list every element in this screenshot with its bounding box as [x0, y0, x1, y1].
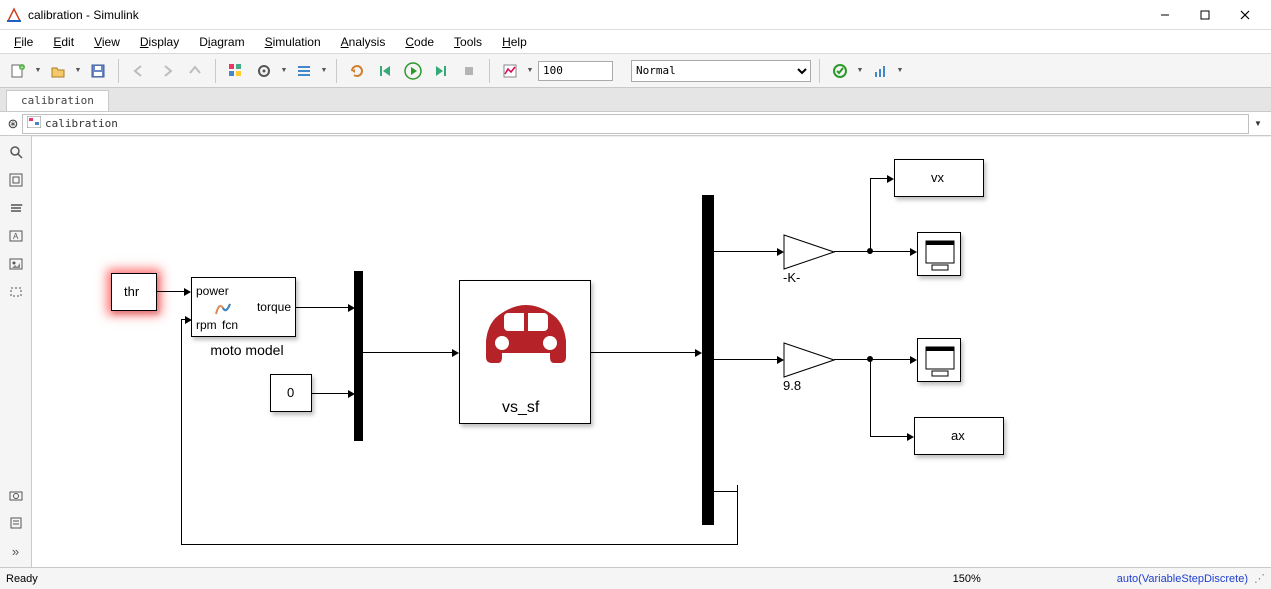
toggle-perspectives-tool[interactable] [6, 198, 26, 218]
deploy-button[interactable] [868, 59, 892, 83]
close-button[interactable] [1225, 0, 1265, 30]
step-back-button[interactable] [373, 59, 397, 83]
block-scope-bottom[interactable] [917, 338, 961, 382]
fit-to-view-tool[interactable] [6, 170, 26, 190]
vx-label: vx [931, 170, 944, 185]
open-button[interactable] [46, 59, 70, 83]
update-diagram-button[interactable] [345, 59, 369, 83]
tab-calibration[interactable]: calibration [6, 90, 109, 111]
expand-tool[interactable]: » [6, 541, 26, 561]
new-model-dropdown[interactable]: ▼ [34, 67, 42, 74]
block-to-workspace-ax[interactable]: ax [914, 417, 1004, 455]
menu-bar: File Edit View Display Diagram Simulatio… [0, 30, 1271, 54]
block-constant0[interactable]: 0 [270, 374, 312, 412]
model-explorer-button[interactable] [292, 59, 316, 83]
annotation-tool[interactable]: A [6, 226, 26, 246]
block-moto-model[interactable]: power rpm torque fcn [191, 277, 296, 337]
block-moto-model-name: moto model [202, 342, 292, 358]
tab-strip: calibration [0, 88, 1271, 112]
car-icon [474, 291, 578, 384]
area-tool[interactable] [6, 282, 26, 302]
status-bar: Ready 150% auto(VariableStepDiscrete) ⋰ [0, 567, 1271, 589]
port-rpm-label: rpm [196, 318, 217, 332]
status-ready: Ready [6, 573, 817, 585]
breadcrumb-bar[interactable]: calibration [22, 114, 1249, 134]
ax-label: ax [951, 428, 965, 443]
data-inspector-button[interactable] [498, 59, 522, 83]
menu-diagram[interactable]: Diagram [189, 32, 254, 52]
library-browser-button[interactable] [224, 59, 248, 83]
gain-98-label: 9.8 [783, 378, 801, 393]
block-vs-sf[interactable]: vs_sf [459, 280, 591, 424]
new-model-button[interactable]: + [6, 59, 30, 83]
model-explorer-dropdown[interactable]: ▼ [320, 67, 328, 74]
resize-grip-icon: ⋰ [1254, 572, 1265, 585]
block-thr[interactable]: thr [111, 273, 157, 311]
menu-file[interactable]: File [4, 32, 43, 52]
model-config-button[interactable] [252, 59, 276, 83]
block-scope-top[interactable] [917, 232, 961, 276]
model-config-dropdown[interactable]: ▼ [280, 67, 288, 74]
minimize-button[interactable] [1145, 0, 1185, 30]
step-forward-button[interactable] [429, 59, 453, 83]
properties-tool[interactable] [6, 513, 26, 533]
build-button[interactable] [828, 59, 852, 83]
block-constant0-label: 0 [287, 385, 294, 400]
image-tool[interactable] [6, 254, 26, 274]
block-gain-k[interactable]: -K- [783, 234, 835, 285]
block-to-workspace-vx[interactable]: vx [894, 159, 984, 197]
nav-hide-button[interactable]: ⊛ [4, 116, 22, 132]
menu-view[interactable]: View [84, 32, 130, 52]
breadcrumb-model: calibration [45, 117, 118, 130]
gain-k-label: -K- [783, 270, 800, 285]
block-thr-label: thr [124, 284, 139, 299]
up-button[interactable] [183, 59, 207, 83]
menu-edit[interactable]: Edit [43, 32, 84, 52]
svg-text:A: A [13, 232, 19, 241]
canvas-palette: A » [0, 136, 32, 567]
block-vs-sf-label: vs_sf [502, 399, 539, 417]
screenshot-tool[interactable] [6, 485, 26, 505]
forward-button[interactable] [155, 59, 179, 83]
fcn-label: fcn [222, 318, 238, 332]
matlab-fcn-icon [214, 300, 232, 319]
block-mux[interactable] [354, 271, 363, 441]
port-torque-label: torque [257, 300, 291, 314]
toolbar: + ▼ ▼ ▼ ▼ ▼ [0, 54, 1271, 88]
save-button[interactable] [86, 59, 110, 83]
deploy-dropdown[interactable]: ▼ [896, 67, 904, 74]
open-dropdown[interactable]: ▼ [74, 67, 82, 74]
build-dropdown[interactable]: ▼ [856, 67, 864, 74]
breadcrumb-dropdown[interactable]: ▼ [1249, 119, 1267, 128]
simulation-mode-select[interactable]: Normal [631, 60, 811, 82]
model-canvas[interactable]: thr power rpm torque fcn moto model 0 [32, 136, 1271, 567]
menu-code[interactable]: Code [395, 32, 444, 52]
model-icon [27, 116, 41, 131]
status-zoom[interactable]: 150% [817, 573, 1117, 585]
menu-analysis[interactable]: Analysis [331, 32, 396, 52]
stop-button[interactable] [457, 59, 481, 83]
demux-stub [714, 491, 738, 492]
maximize-button[interactable] [1185, 0, 1225, 30]
menu-simulation[interactable]: Simulation [255, 32, 331, 52]
run-button[interactable] [401, 59, 425, 83]
port-power-label: power [196, 284, 229, 298]
menu-display[interactable]: Display [130, 32, 189, 52]
menu-tools[interactable]: Tools [444, 32, 492, 52]
menu-help[interactable]: Help [492, 32, 537, 52]
app-icon [6, 7, 22, 23]
zoom-tool[interactable] [6, 142, 26, 162]
block-gain-98[interactable]: 9.8 [783, 342, 835, 393]
title-bar: calibration - Simulink [0, 0, 1271, 30]
stop-time-input[interactable] [538, 61, 613, 81]
main-area: A » thr power rpm torque fcn moto model … [0, 136, 1271, 567]
status-solver[interactable]: auto(VariableStepDiscrete) [1117, 573, 1248, 585]
data-inspector-dropdown[interactable]: ▼ [526, 67, 534, 74]
breadcrumb-row: ⊛ calibration ▼ [0, 112, 1271, 136]
svg-text:+: + [21, 65, 24, 71]
back-button[interactable] [127, 59, 151, 83]
window-title: calibration - Simulink [28, 8, 1145, 22]
block-demux[interactable] [702, 195, 714, 525]
